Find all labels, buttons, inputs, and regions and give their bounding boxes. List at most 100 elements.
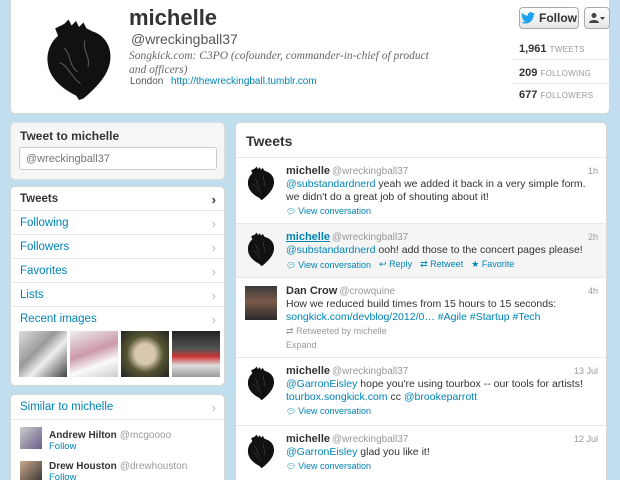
chevron-right-icon: › bbox=[211, 240, 216, 255]
tweet[interactable]: michelle @wreckingball37 1h @substandardn… bbox=[236, 157, 606, 223]
tweet-author[interactable]: Dan Crow bbox=[286, 285, 337, 297]
follow-link[interactable]: Follow bbox=[49, 441, 76, 452]
avatar[interactable] bbox=[245, 366, 277, 400]
retweet-context: ⇄ Retweeted by michelle bbox=[286, 326, 387, 336]
recent-image-thumbnail[interactable] bbox=[121, 331, 169, 377]
tweet-author[interactable]: michelle bbox=[286, 165, 330, 177]
tweet[interactable]: michelle @wreckingball37 2h @substandardn… bbox=[236, 223, 606, 277]
retweet-button[interactable]: ⇄ Retweet bbox=[420, 259, 463, 270]
chevron-right-icon: › bbox=[211, 312, 216, 327]
profile-location: London bbox=[130, 76, 164, 87]
follow-link[interactable]: Follow bbox=[49, 472, 76, 480]
tweet-to-title: Tweet to michelle bbox=[20, 129, 120, 143]
chevron-right-icon: › bbox=[211, 288, 216, 303]
tweet-author[interactable]: michelle bbox=[286, 365, 330, 377]
tweet-text: @GarronEisley hope you're using tourbox … bbox=[286, 378, 583, 403]
nav-item-tweets[interactable]: Tweets › bbox=[11, 187, 224, 211]
divider bbox=[513, 59, 611, 60]
view-conversation-link[interactable]: 💬︎ View conversation bbox=[286, 260, 371, 270]
reply-icon: ↩ bbox=[379, 259, 387, 269]
tweet-text: @GarronEisley glad you like it! bbox=[286, 446, 430, 458]
similar-users-panel: Similar to michelle › Andrew Hilton @mcg… bbox=[10, 394, 225, 480]
chevron-right-icon: › bbox=[211, 264, 216, 279]
mention-link[interactable]: @substandardnerd bbox=[286, 178, 375, 190]
follow-label: Follow bbox=[539, 11, 577, 25]
tweet-to-box: Tweet to michelle bbox=[10, 122, 225, 180]
chevron-right-icon: › bbox=[211, 400, 216, 415]
chevron-right-icon: › bbox=[211, 192, 216, 207]
avatar[interactable] bbox=[245, 166, 277, 200]
avatar[interactable] bbox=[20, 461, 42, 480]
speech-bubble-icon: 💬︎ bbox=[286, 407, 297, 416]
divider bbox=[11, 419, 224, 420]
retweet-icon: ⇄ bbox=[420, 259, 428, 269]
speech-bubble-icon: 💬︎ bbox=[286, 207, 297, 216]
profile-name: michelle bbox=[129, 5, 218, 30]
tweet-to-input[interactable] bbox=[19, 147, 217, 170]
profile-avatar[interactable] bbox=[35, 15, 123, 101]
profile-bio: Songkick.com: C3PO (cofounder, commander… bbox=[129, 50, 429, 76]
divider bbox=[513, 83, 611, 84]
avatar[interactable] bbox=[245, 286, 277, 320]
mention-link[interactable]: @GarronEisley bbox=[286, 446, 357, 458]
speech-bubble-icon: 💬︎ bbox=[286, 260, 297, 270]
tweets-title: Tweets bbox=[246, 133, 293, 149]
chevron-right-icon: › bbox=[211, 216, 216, 231]
reply-button[interactable]: ↩ Reply bbox=[379, 259, 412, 270]
tweet-stream: Tweets michelle @wreckingball37 1h @subst… bbox=[235, 122, 607, 480]
stat-followers[interactable]: 677 FOLLOWERS bbox=[519, 89, 614, 101]
user-actions-button[interactable] bbox=[584, 7, 610, 29]
nav-item-followers[interactable]: Followers › bbox=[11, 235, 224, 259]
tweet-text: @substandardnerd yeah we added it back i… bbox=[286, 178, 586, 203]
favorite-button[interactable]: ★ Favorite bbox=[471, 259, 514, 270]
profile-header: michelle @wreckingball37 Songkick.com: C… bbox=[10, 0, 611, 114]
article-link[interactable]: songkick.com/devblog/2012/0… bbox=[286, 311, 435, 323]
tweet-time[interactable]: 12 Jul bbox=[574, 434, 598, 444]
tweet-time[interactable]: 4h bbox=[588, 286, 598, 296]
similar-user: Drew Houston @drewhouston bbox=[49, 461, 188, 472]
star-icon: ★ bbox=[471, 259, 480, 269]
tweet-time[interactable]: 2h bbox=[588, 232, 598, 242]
tourbox-link[interactable]: tourbox.songkick.com bbox=[286, 391, 388, 403]
profile-handle: @wreckingball37 bbox=[131, 31, 238, 47]
nav-item-recent-images[interactable]: Recent images › bbox=[11, 307, 224, 331]
mention-link[interactable]: @GarronEisley bbox=[286, 378, 357, 390]
nav-item-lists[interactable]: Lists › bbox=[11, 283, 224, 307]
recent-image-thumbnail[interactable] bbox=[70, 331, 118, 377]
speech-bubble-icon: 💬︎ bbox=[286, 462, 297, 471]
mention-link[interactable]: @substandardnerd bbox=[286, 244, 375, 256]
view-conversation-link[interactable]: 💬︎ View conversation bbox=[286, 206, 371, 216]
recent-image-thumbnail[interactable] bbox=[19, 331, 67, 377]
tweet-time[interactable]: 1h bbox=[588, 166, 598, 176]
tweet-author[interactable]: michelle bbox=[286, 433, 330, 445]
recent-image-thumbnail[interactable] bbox=[172, 331, 220, 377]
view-conversation-link[interactable]: 💬︎ View conversation bbox=[286, 406, 371, 416]
similar-user: Andrew Hilton @mcgoooo bbox=[49, 430, 172, 441]
expand-link[interactable]: Expand bbox=[286, 340, 317, 350]
profile-nav: Tweets › Following › Followers › Favorites ›… bbox=[10, 186, 225, 386]
stat-tweets[interactable]: 1,961 TWEETS bbox=[519, 43, 614, 55]
tweet[interactable]: Dan Crow @crowquine 4h How we reduced bui… bbox=[236, 277, 606, 357]
tweet-text: How we reduced build times from 15 hours… bbox=[286, 298, 557, 323]
nav-item-favorites[interactable]: Favorites › bbox=[11, 259, 224, 283]
bird-icon bbox=[521, 12, 535, 24]
tweet-text: @substandardnerd ooh! add those to the c… bbox=[286, 244, 583, 256]
tweet[interactable]: michelle @wreckingball37 13 Jul @GarronEi… bbox=[236, 357, 606, 425]
tweet-author[interactable]: michelle bbox=[286, 231, 330, 243]
retweet-icon: ⇄ bbox=[286, 326, 294, 336]
anatomical-heart-image bbox=[38, 18, 120, 100]
follow-button[interactable]: Follow bbox=[519, 7, 579, 29]
similar-title[interactable]: Similar to michelle bbox=[20, 401, 113, 413]
avatar[interactable] bbox=[245, 232, 277, 266]
mention-link[interactable]: @brookeparrott bbox=[404, 391, 477, 403]
stat-following[interactable]: 209 FOLLOWING bbox=[519, 67, 614, 79]
person-dropdown-icon bbox=[589, 13, 605, 23]
hashtag-links[interactable]: #Agile #Startup #Tech bbox=[438, 311, 541, 323]
nav-item-following[interactable]: Following › bbox=[11, 211, 224, 235]
avatar[interactable] bbox=[20, 427, 42, 449]
view-conversation-link[interactable]: 💬︎ View conversation bbox=[286, 461, 371, 471]
avatar[interactable] bbox=[245, 434, 277, 468]
tweet[interactable]: michelle @wreckingball37 12 Jul @GarronEi… bbox=[236, 425, 606, 480]
tweet-time[interactable]: 13 Jul bbox=[574, 366, 598, 376]
profile-url[interactable]: http://thewreckingball.tumblr.com bbox=[171, 76, 317, 87]
